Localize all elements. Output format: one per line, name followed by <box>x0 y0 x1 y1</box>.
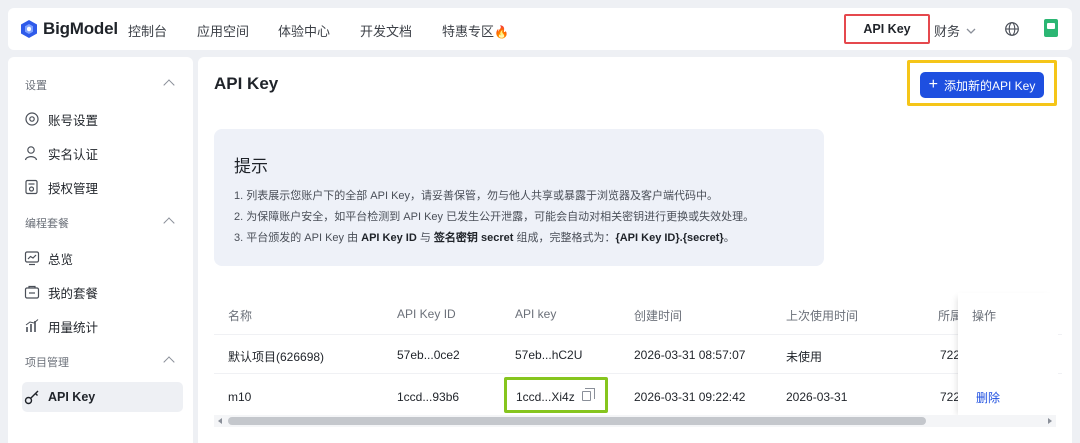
sidebar-item-label: 账号设置 <box>48 113 99 128</box>
copy-icon[interactable] <box>582 388 595 401</box>
cell-key-id: 1ccd...93b6 <box>397 390 460 404</box>
add-api-key-button[interactable]: + 添加新的API Key <box>920 72 1044 98</box>
sidebar-item-usage-stats[interactable]: 用量统计 <box>22 311 183 341</box>
dashboard-icon <box>24 251 40 266</box>
tip-text: 3. 平台颁发的 API Key 由 <box>234 232 362 244</box>
add-api-key-label: 添加新的API Key <box>943 78 1036 93</box>
nav-finance[interactable]: 财务 <box>934 21 976 40</box>
nav-special-offers-label: 特惠专区 <box>442 24 495 39</box>
column-header-key-id: API Key ID <box>397 307 456 321</box>
divider <box>214 373 1062 374</box>
nav-console[interactable]: 控制台 <box>128 21 167 40</box>
nav-experience-center[interactable]: 体验中心 <box>278 21 330 40</box>
nav-special-offers[interactable]: 特惠专区🔥 <box>442 21 509 40</box>
package-icon <box>24 285 40 299</box>
action-column: 操作 <box>958 293 1058 419</box>
cell-last-used: 未使用 <box>786 350 823 364</box>
cell-api-key: 1ccd...Xi4z <box>516 390 575 404</box>
sidebar-item-label: API Key <box>48 390 96 404</box>
divider <box>214 334 1062 335</box>
brand-name: BigModel <box>43 19 118 38</box>
chevron-up-icon <box>163 79 175 91</box>
avatar-icon[interactable] <box>1044 19 1058 37</box>
sidebar-section-project-management[interactable]: 项目管理 <box>25 354 175 370</box>
main-content: API Key + 添加新的API Key 提示 1. 列表展示您账户下的全部 … <box>198 57 1072 443</box>
top-navbar: BigModel 控制台 应用空间 体验中心 开发文档 特惠专区🔥 API Ke… <box>8 8 1072 50</box>
tip-bold: {API Key ID}.{secret} <box>615 232 724 244</box>
column-header-created: 创建时间 <box>634 309 683 323</box>
authorization-icon <box>25 179 38 195</box>
nav-finance-label: 财务 <box>934 24 961 39</box>
column-header-last-used: 上次使用时间 <box>786 309 859 323</box>
tip-bold: 签名密钥 secret <box>433 232 514 244</box>
chevron-up-icon <box>163 356 175 368</box>
cell-created: 2026-03-31 09:22:42 <box>634 390 746 404</box>
nav-app-space[interactable]: 应用空间 <box>197 21 249 40</box>
scroll-right-icon[interactable] <box>1048 418 1052 424</box>
column-header-name: 名称 <box>228 309 253 323</box>
page-title: API Key <box>214 74 279 93</box>
cell-name: m10 <box>228 390 252 404</box>
scrollbar-thumb[interactable] <box>228 417 926 425</box>
brand-logo[interactable]: BigModel <box>20 19 118 39</box>
sidebar-item-authorization[interactable]: 授权管理 <box>22 172 183 202</box>
sidebar: 设置 账号设置 实名认证 授权管理 编程套餐 总览 我的套餐 用量统计 项目管理… <box>8 57 193 443</box>
scroll-left-icon[interactable] <box>218 418 222 424</box>
sidebar-item-label: 总览 <box>48 252 74 267</box>
cell-api-key: 57eb...hC2U <box>515 348 583 362</box>
settings-icon <box>25 112 39 126</box>
column-header-actions: 操作 <box>972 309 997 323</box>
column-header-api-key: API key <box>515 307 557 321</box>
sidebar-item-label: 授权管理 <box>48 181 99 196</box>
sidebar-item-account-settings[interactable]: 账号设置 <box>22 104 183 134</box>
tip-line-1: 1. 列表展示您账户下的全部 API Key，请妥善保管，勿与他人共享或暴露于浏… <box>234 190 719 202</box>
tip-text: 组成，完整格式为： <box>513 232 616 244</box>
cell-last-used: 2026-03-31 <box>786 390 848 404</box>
sidebar-item-api-key[interactable]: API Key <box>22 382 183 412</box>
tip-line-2: 2. 为保障账户安全，如平台检测到 API Key 已发生公开泄露，可能会自动对… <box>234 211 755 223</box>
chevron-up-icon <box>163 217 175 229</box>
sidebar-item-real-name[interactable]: 实名认证 <box>22 138 183 168</box>
tip-text: 。 <box>723 232 735 244</box>
sidebar-item-label: 我的套餐 <box>48 286 99 301</box>
sidebar-section-settings[interactable]: 设置 <box>25 77 175 93</box>
tip-title: 提示 <box>234 157 268 176</box>
globe-icon[interactable] <box>1004 21 1020 37</box>
nav-dev-docs[interactable]: 开发文档 <box>360 21 412 40</box>
sidebar-section-coding-plan[interactable]: 编程套餐 <box>25 215 175 231</box>
sidebar-section-title: 设置 <box>25 80 47 92</box>
sidebar-item-my-plan[interactable]: 我的套餐 <box>22 277 183 307</box>
add-button-highlight: + 添加新的API Key <box>907 60 1057 106</box>
sidebar-item-overview[interactable]: 总览 <box>22 243 183 273</box>
plus-icon: + <box>928 76 938 93</box>
bar-chart-icon <box>25 319 39 332</box>
sidebar-section-title: 项目管理 <box>25 357 69 369</box>
bigmodel-logo-icon <box>21 20 37 38</box>
sidebar-item-label: 实名认证 <box>48 147 99 162</box>
cell-created: 2026-03-31 08:57:07 <box>634 348 746 362</box>
key-icon <box>24 390 39 405</box>
user-icon <box>24 146 38 161</box>
tip-text: 与 <box>416 232 434 244</box>
chevron-down-icon <box>966 28 976 34</box>
cell-name: 默认项目(626698) <box>228 350 325 364</box>
sidebar-item-label: 用量统计 <box>48 320 99 335</box>
delete-link[interactable]: 删除 <box>976 389 1000 406</box>
fire-icon: 🔥 <box>494 25 509 39</box>
tip-bold: API Key ID <box>361 232 417 244</box>
tip-line-3: 3. 平台颁发的 API Key 由 API Key ID 与 签名密钥 sec… <box>234 229 735 245</box>
horizontal-scrollbar[interactable] <box>214 415 1056 427</box>
cell-key-id: 57eb...0ce2 <box>397 348 460 362</box>
tip-panel: 提示 1. 列表展示您账户下的全部 API Key，请妥善保管，勿与他人共享或暴… <box>214 129 824 266</box>
nav-api-key[interactable]: API Key <box>844 14 930 44</box>
sidebar-section-title: 编程套餐 <box>25 218 69 230</box>
